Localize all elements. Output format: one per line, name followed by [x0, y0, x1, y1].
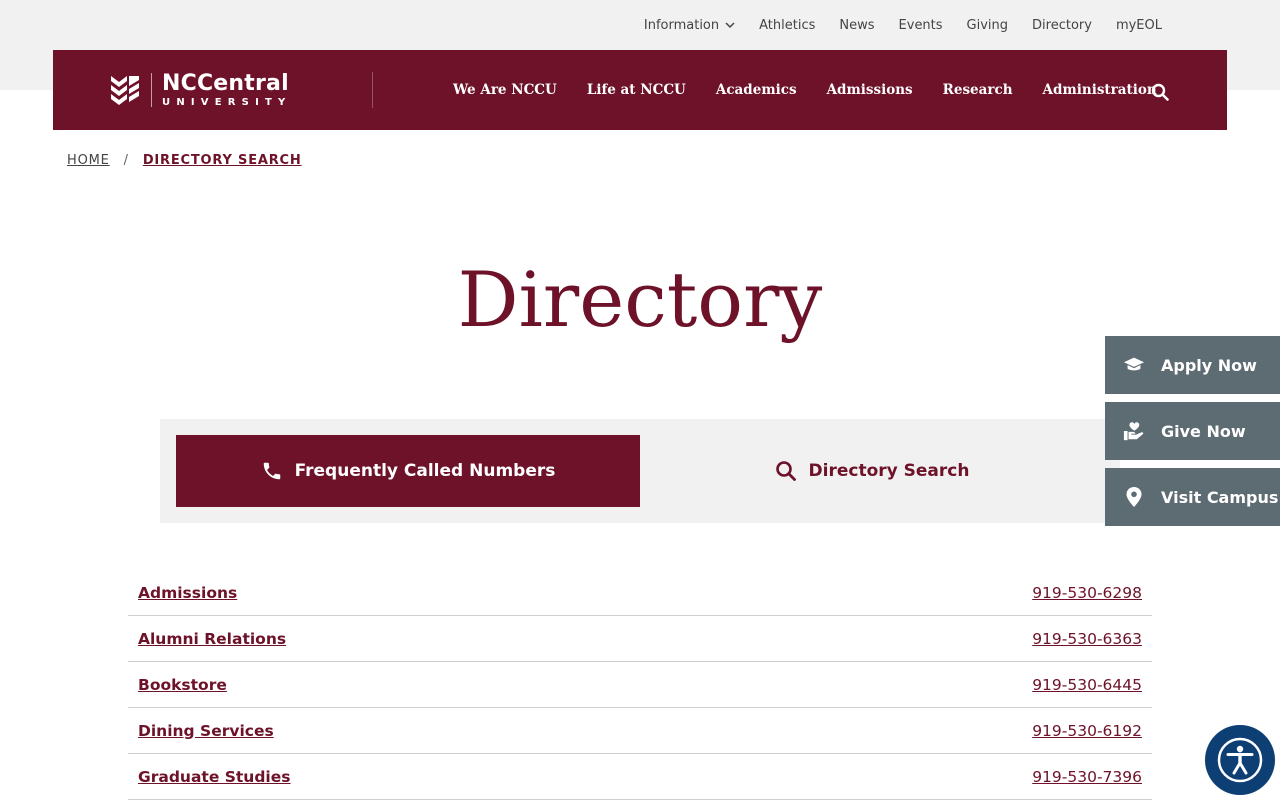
logo-chevron-mark-icon: [111, 76, 139, 105]
list-item: Graduate Studies 919-530-7396: [128, 754, 1152, 800]
list-item: Bookstore 919-530-6445: [128, 662, 1152, 708]
phone-link[interactable]: 919-530-7396: [1032, 768, 1142, 786]
graduation-cap-icon: [1123, 354, 1145, 376]
phone-link[interactable]: 919-530-6192: [1032, 722, 1142, 740]
hand-heart-icon: [1123, 420, 1145, 442]
nccu-logo[interactable]: NCCentral UNIVERSITY: [107, 70, 291, 110]
department-link[interactable]: Graduate Studies: [138, 768, 291, 786]
nav-admissions[interactable]: Admissions: [827, 82, 913, 98]
department-link[interactable]: Dining Services: [138, 722, 274, 740]
search-icon: [775, 461, 796, 481]
side-actions: Apply Now Give Now Visit Campus: [1105, 336, 1280, 534]
breadcrumb: HOME / DIRECTORY SEARCH: [67, 153, 302, 168]
breadcrumb-current[interactable]: DIRECTORY SEARCH: [143, 153, 302, 168]
utility-item-news[interactable]: News: [839, 18, 874, 33]
tab-label: Frequently Called Numbers: [294, 461, 556, 481]
utility-item-information[interactable]: Information: [644, 18, 735, 33]
chevron-down-icon: [725, 21, 735, 28]
primary-nav-links: We Are NCCU Life at NCCU Academics Admis…: [453, 50, 1157, 130]
utility-nav: Information Athletics News Events Giving…: [644, 0, 1162, 50]
phone-link[interactable]: 919-530-6363: [1032, 630, 1142, 648]
page-title: Directory: [457, 255, 823, 344]
main-nav: NCCentral UNIVERSITY We Are NCCU Life at…: [53, 50, 1227, 130]
side-btn-label: Apply Now: [1161, 355, 1257, 375]
list-item: Alumni Relations 919-530-6363: [128, 616, 1152, 662]
logo-divider: [151, 73, 152, 107]
utility-item-myeol[interactable]: myEOL: [1116, 18, 1162, 33]
give-now-button[interactable]: Give Now: [1105, 402, 1280, 460]
tab-directory-search[interactable]: Directory Search: [640, 435, 1104, 507]
directory-tabs: Frequently Called Numbers Directory Sear…: [160, 419, 1120, 523]
list-item: Dining Services 919-530-6192: [128, 708, 1152, 754]
side-btn-label: Give Now: [1161, 421, 1246, 441]
nav-we-are-nccu[interactable]: We Are NCCU: [453, 82, 557, 98]
breadcrumb-separator: /: [123, 153, 129, 168]
nav-administration[interactable]: Administration: [1043, 82, 1157, 98]
department-link[interactable]: Alumni Relations: [138, 630, 286, 648]
tab-frequently-called-numbers[interactable]: Frequently Called Numbers: [176, 435, 640, 507]
side-btn-label: Visit Campus: [1161, 487, 1279, 507]
logo-line-2: UNIVERSITY: [162, 96, 292, 108]
frequently-called-list: Admissions 919-530-6298 Alumni Relations…: [128, 570, 1152, 800]
logo-wordmark: NCCentral UNIVERSITY: [162, 70, 292, 108]
nav-life-at-nccu[interactable]: Life at NCCU: [587, 82, 686, 98]
list-item: Admissions 919-530-6298: [128, 570, 1152, 616]
nav-research[interactable]: Research: [943, 82, 1013, 98]
accessibility-button[interactable]: [1205, 725, 1275, 795]
phone-icon: [263, 462, 280, 480]
utility-item-giving[interactable]: Giving: [967, 18, 1008, 33]
department-link[interactable]: Bookstore: [138, 676, 227, 694]
department-link[interactable]: Admissions: [138, 584, 237, 602]
tab-label: Directory Search: [808, 461, 970, 481]
utility-item-label: Information: [643, 17, 720, 33]
phone-link[interactable]: 919-530-6445: [1032, 676, 1142, 694]
accessibility-icon: [1217, 737, 1263, 783]
apply-now-button[interactable]: Apply Now: [1105, 336, 1280, 394]
utility-item-athletics[interactable]: Athletics: [759, 18, 815, 33]
breadcrumb-home[interactable]: HOME: [67, 153, 110, 168]
nav-divider: [372, 72, 373, 108]
utility-item-directory[interactable]: Directory: [1032, 18, 1092, 33]
visit-campus-button[interactable]: Visit Campus: [1105, 468, 1280, 526]
logo-line-1: NCCentral: [162, 70, 289, 96]
phone-link[interactable]: 919-530-6298: [1032, 584, 1142, 602]
utility-item-events[interactable]: Events: [899, 18, 943, 33]
map-pin-icon: [1123, 486, 1145, 508]
search-icon[interactable]: [1151, 83, 1169, 101]
nav-academics[interactable]: Academics: [716, 82, 797, 98]
